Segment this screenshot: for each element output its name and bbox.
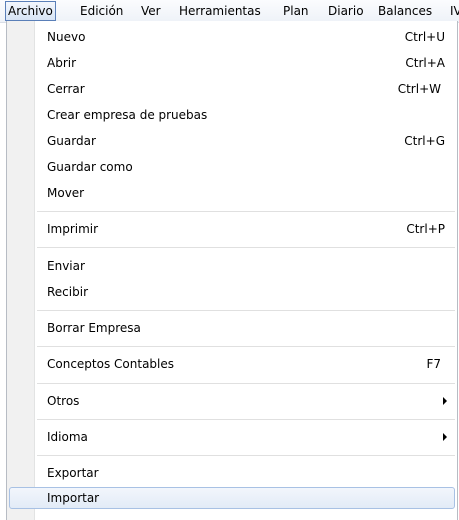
menu-archivo[interactable]: Archivo: [5, 1, 56, 21]
menu-item-shortcut: Ctrl+U: [404, 30, 445, 44]
menu-item-guardar[interactable]: Guardar Ctrl+G: [9, 130, 455, 152]
menu-item-conceptos-contables[interactable]: Conceptos Contables F7: [9, 353, 455, 375]
menu-item-label: Recibir: [47, 285, 88, 299]
menu-item-label: Borrar Empresa: [47, 321, 141, 335]
menu-separator: [37, 346, 455, 348]
menu-separator: [37, 383, 455, 385]
menu-item-shortcut: Ctrl+P: [406, 222, 445, 236]
menu-diario[interactable]: Diario: [328, 0, 364, 22]
menu-item-mover[interactable]: Mover: [9, 182, 455, 204]
menu-item-label: Guardar: [47, 134, 96, 148]
menu-item-cerrar[interactable]: Cerrar Ctrl+W: [9, 78, 455, 100]
menu-bar: Archivo Edición Ver Herramientas Plan Di…: [0, 0, 459, 23]
menu-item-shortcut: Ctrl+A: [405, 56, 445, 70]
menu-herramientas[interactable]: Herramientas: [179, 0, 261, 22]
menu-item-label: Otros: [47, 394, 80, 408]
menu-item-crear-empresa-pruebas[interactable]: Crear empresa de pruebas: [9, 104, 455, 126]
menu-item-borrar-empresa[interactable]: Borrar Empresa: [9, 317, 455, 339]
menu-separator: [37, 455, 455, 457]
menu-item-label: Guardar como: [47, 160, 133, 174]
menu-separator: [37, 211, 455, 213]
menu-item-imprimir[interactable]: Imprimir Ctrl+P: [9, 218, 455, 240]
menu-item-label: Cerrar: [47, 82, 85, 96]
menu-item-shortcut: F7: [426, 357, 441, 371]
menu-item-abrir[interactable]: Abrir Ctrl+A: [9, 52, 455, 74]
menu-iv[interactable]: IV: [450, 0, 459, 22]
menu-item-guardar-como[interactable]: Guardar como: [9, 156, 455, 178]
menu-item-label: Importar: [47, 491, 100, 505]
submenu-arrow-icon: [443, 397, 447, 405]
menu-item-recibir[interactable]: Recibir: [9, 281, 455, 303]
menu-item-label: Conceptos Contables: [47, 357, 175, 371]
menu-item-label: Mover: [47, 186, 85, 200]
menu-item-nuevo[interactable]: Nuevo Ctrl+U: [9, 26, 455, 48]
submenu-arrow-icon: [443, 433, 447, 441]
menu-item-otros[interactable]: Otros: [9, 390, 455, 412]
menu-item-shortcut: Ctrl+W: [397, 82, 441, 96]
menu-item-label: Imprimir: [47, 222, 99, 236]
archivo-dropdown-menu: Nuevo Ctrl+U Abrir Ctrl+A Cerrar Ctrl+W …: [6, 21, 458, 520]
menu-item-importar[interactable]: Importar: [9, 487, 455, 509]
menu-item-idioma[interactable]: Idioma: [9, 426, 455, 448]
menu-plan[interactable]: Plan: [283, 0, 309, 22]
menu-item-exportar[interactable]: Exportar: [9, 462, 455, 484]
menu-separator: [37, 310, 455, 312]
menu-balances[interactable]: Balances: [378, 0, 432, 22]
menu-item-label: Idioma: [47, 430, 88, 444]
menu-item-shortcut: Ctrl+G: [404, 134, 445, 148]
menu-item-label: Nuevo: [47, 30, 86, 44]
menu-item-enviar[interactable]: Enviar: [9, 255, 455, 277]
menu-separator: [37, 419, 455, 421]
menu-separator: [37, 247, 455, 249]
menu-ver[interactable]: Ver: [141, 0, 161, 22]
menu-item-label: Exportar: [47, 466, 99, 480]
menu-edicion[interactable]: Edición: [80, 0, 123, 22]
menu-item-label: Enviar: [47, 259, 85, 273]
menu-item-label: Crear empresa de pruebas: [47, 108, 208, 122]
menu-item-label: Abrir: [47, 56, 77, 70]
